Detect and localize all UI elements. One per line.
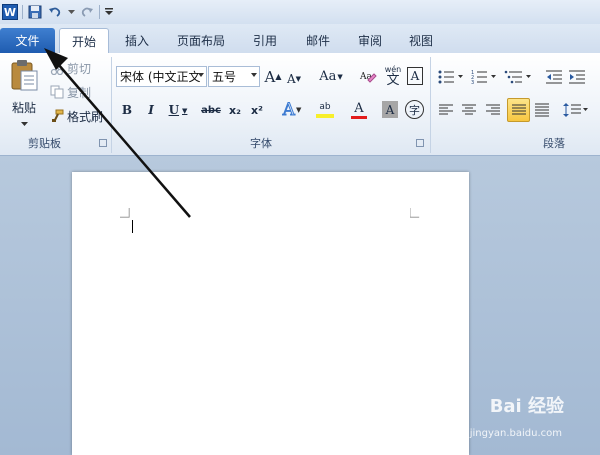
watermark-url: jingyan.baidu.com bbox=[469, 428, 562, 439]
baidu-jingyan-watermark: Bai 经验 bbox=[489, 396, 564, 417]
annotation-arrow bbox=[44, 48, 191, 218]
